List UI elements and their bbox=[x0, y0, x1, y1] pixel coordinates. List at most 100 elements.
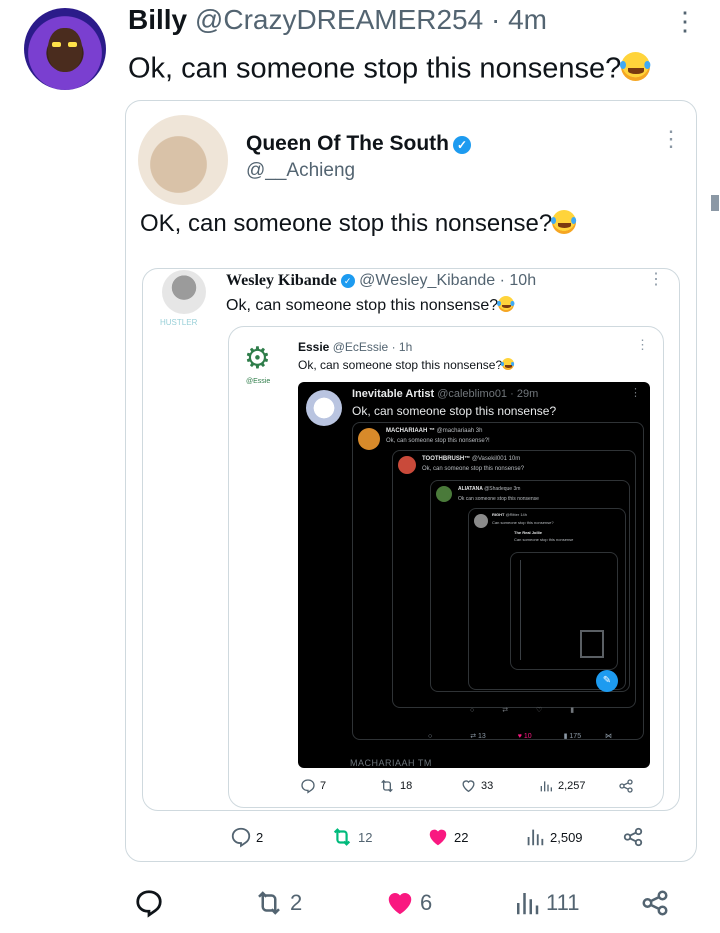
nested-screenshot-thumbnail bbox=[580, 630, 604, 658]
nested-text: Ok, can someone stop this nonsense? bbox=[422, 466, 525, 472]
quote3-author-name[interactable]: Essie bbox=[298, 340, 329, 354]
screenshot-footer: MACHARIAAH TM bbox=[350, 758, 432, 768]
reply-button[interactable] bbox=[134, 888, 168, 918]
more-icon[interactable]: ⋮ bbox=[648, 272, 664, 288]
avatar-inevitable-artist bbox=[306, 390, 342, 426]
grin-emoji-icon bbox=[501, 358, 515, 371]
quote2-timestamp[interactable]: 10h bbox=[509, 272, 536, 289]
views-button[interactable]: 2,257 bbox=[538, 778, 586, 794]
heart-icon bbox=[429, 829, 447, 846]
like-button[interactable]: 22 bbox=[426, 826, 468, 848]
views-button[interactable]: 111 bbox=[512, 888, 579, 918]
avatar bbox=[436, 486, 452, 502]
retweet-button[interactable]: 2 bbox=[252, 888, 302, 918]
nested-handle: @machariaah bbox=[436, 428, 475, 434]
nested-header: MACHARIAAH ™ @machariaah 3h bbox=[386, 428, 482, 434]
retweet-icon bbox=[381, 779, 393, 793]
views-button[interactable]: 2,509 bbox=[524, 826, 583, 848]
reply-count: 2 bbox=[256, 829, 264, 845]
author-handle[interactable]: @CrazyDREAMER254 bbox=[195, 4, 483, 35]
nested-name: The Real Jollie bbox=[514, 530, 543, 535]
avatar-glasses-left bbox=[52, 42, 61, 47]
avatar-glasses-right bbox=[68, 42, 77, 47]
reply-icon bbox=[301, 779, 315, 794]
like-count: 10 bbox=[523, 733, 532, 740]
more-icon[interactable]: ⋮ bbox=[660, 128, 682, 150]
retweet-button[interactable]: 12 bbox=[330, 826, 372, 848]
nested-handle: @Vasekil001 bbox=[471, 456, 507, 462]
heart-icon: ♥ 10 bbox=[517, 733, 532, 740]
views-count: 2,257 bbox=[558, 780, 586, 792]
quote2-header: Wesley Kibande ✓ @Wesley_Kibande · 10h bbox=[226, 272, 536, 290]
reply-button[interactable]: 7 bbox=[300, 778, 326, 794]
share-button[interactable] bbox=[622, 826, 644, 848]
heart-icon bbox=[462, 780, 475, 793]
reply-icon: ○ bbox=[470, 707, 475, 714]
separator: · bbox=[490, 4, 501, 35]
quote2-text: Ok, can someone stop this nonsense? bbox=[226, 296, 515, 315]
like-button[interactable]: 33 bbox=[460, 778, 493, 794]
more-icon[interactable]: ⋮ bbox=[672, 8, 698, 34]
nested-time: 10m bbox=[508, 456, 521, 462]
author-name[interactable]: Billy bbox=[128, 4, 187, 35]
quote3-text-body: Ok, can someone stop this nonsense? bbox=[298, 358, 503, 372]
reply-icon bbox=[231, 827, 251, 848]
quote-author-handle[interactable]: @__Achieng bbox=[246, 160, 355, 182]
more-icon[interactable]: ⋮ bbox=[636, 338, 649, 351]
nested-header: TOOTHBRUSH™ @Vasekil001 10m bbox=[422, 456, 520, 462]
verified-icon: ✓ bbox=[340, 274, 355, 288]
share-button[interactable] bbox=[618, 778, 634, 794]
screenshot-action-bar: ○ ⇄ 13 ♥ 10 ▮ 175 ⋈ bbox=[428, 732, 612, 740]
separator: · bbox=[499, 272, 505, 289]
timestamp[interactable]: 4m bbox=[508, 4, 547, 35]
retweet-icon bbox=[333, 828, 351, 846]
screenshot-header: Inevitable Artist @caleblimo01 · 29m bbox=[352, 388, 538, 400]
retweet-icon: ⇄ bbox=[502, 707, 509, 714]
tweet-text-body: Ok, can someone stop this nonsense? bbox=[128, 52, 622, 85]
quote3-text: Ok, can someone stop this nonsense? bbox=[298, 358, 515, 372]
share-icon: ⋈ bbox=[605, 733, 613, 740]
like-count: 6 bbox=[420, 890, 433, 915]
share-icon bbox=[642, 890, 668, 916]
views-count: 2,509 bbox=[550, 829, 583, 845]
avatar bbox=[474, 514, 488, 528]
grin-emoji-icon bbox=[497, 296, 515, 312]
avatar-wesley[interactable] bbox=[162, 270, 206, 314]
nested-header: RIGHT @Ritter 14h bbox=[492, 512, 527, 517]
like-button[interactable]: 6 bbox=[384, 888, 432, 918]
quote2-author-name[interactable]: Wesley Kibande bbox=[226, 272, 337, 289]
nested-header: The Real Jollie bbox=[514, 530, 542, 535]
gear-icon[interactable]: ⚙ bbox=[244, 344, 271, 374]
retweet-button[interactable]: 18 bbox=[378, 778, 412, 794]
quote2-author-handle[interactable]: @Wesley_Kibande bbox=[359, 272, 495, 289]
nested-action-bar: ○ ⇄ ♡ ▮ bbox=[470, 706, 574, 714]
retweet-icon bbox=[258, 891, 280, 915]
avatar-billy[interactable] bbox=[24, 8, 106, 90]
nested-time: 3h bbox=[475, 428, 483, 434]
quote-author-name[interactable]: Queen Of The South bbox=[246, 132, 449, 155]
screenshot-text: Ok, can someone stop this nonsense? bbox=[352, 404, 557, 418]
retweet-count: 2 bbox=[290, 890, 303, 915]
scrollbar[interactable] bbox=[711, 195, 719, 211]
heart-icon bbox=[388, 893, 412, 915]
nested-handle: @Shadeque bbox=[484, 486, 513, 492]
reply-icon bbox=[136, 890, 162, 918]
avatar-queen[interactable] bbox=[138, 115, 228, 205]
avatar-face bbox=[48, 28, 82, 72]
quote-author: Queen Of The South ✓ bbox=[246, 132, 471, 156]
screenshot-author-handle: @caleblimo01 bbox=[437, 388, 508, 400]
avatar-caption: HUSTLER bbox=[160, 318, 198, 327]
views-count: 111 bbox=[546, 890, 580, 915]
tweet-text: Ok, can someone stop this nonsense? bbox=[128, 52, 651, 86]
nested-name: TOOTHBRUSH™ bbox=[422, 456, 471, 462]
quote3-author-handle[interactable]: @EcEssie bbox=[333, 340, 389, 354]
nested-text: Ok, can someone stop this nonsense?! bbox=[386, 438, 490, 444]
reply-button[interactable]: 2 bbox=[230, 826, 263, 848]
nested-time: 3m bbox=[513, 486, 521, 492]
reply-count: 7 bbox=[320, 780, 327, 792]
retweet-count: 18 bbox=[400, 780, 413, 792]
screenshot-timestamp: 29m bbox=[516, 388, 539, 400]
views-icon bbox=[540, 781, 552, 792]
quote3-timestamp[interactable]: 1h bbox=[399, 340, 412, 354]
share-button[interactable] bbox=[640, 888, 670, 918]
